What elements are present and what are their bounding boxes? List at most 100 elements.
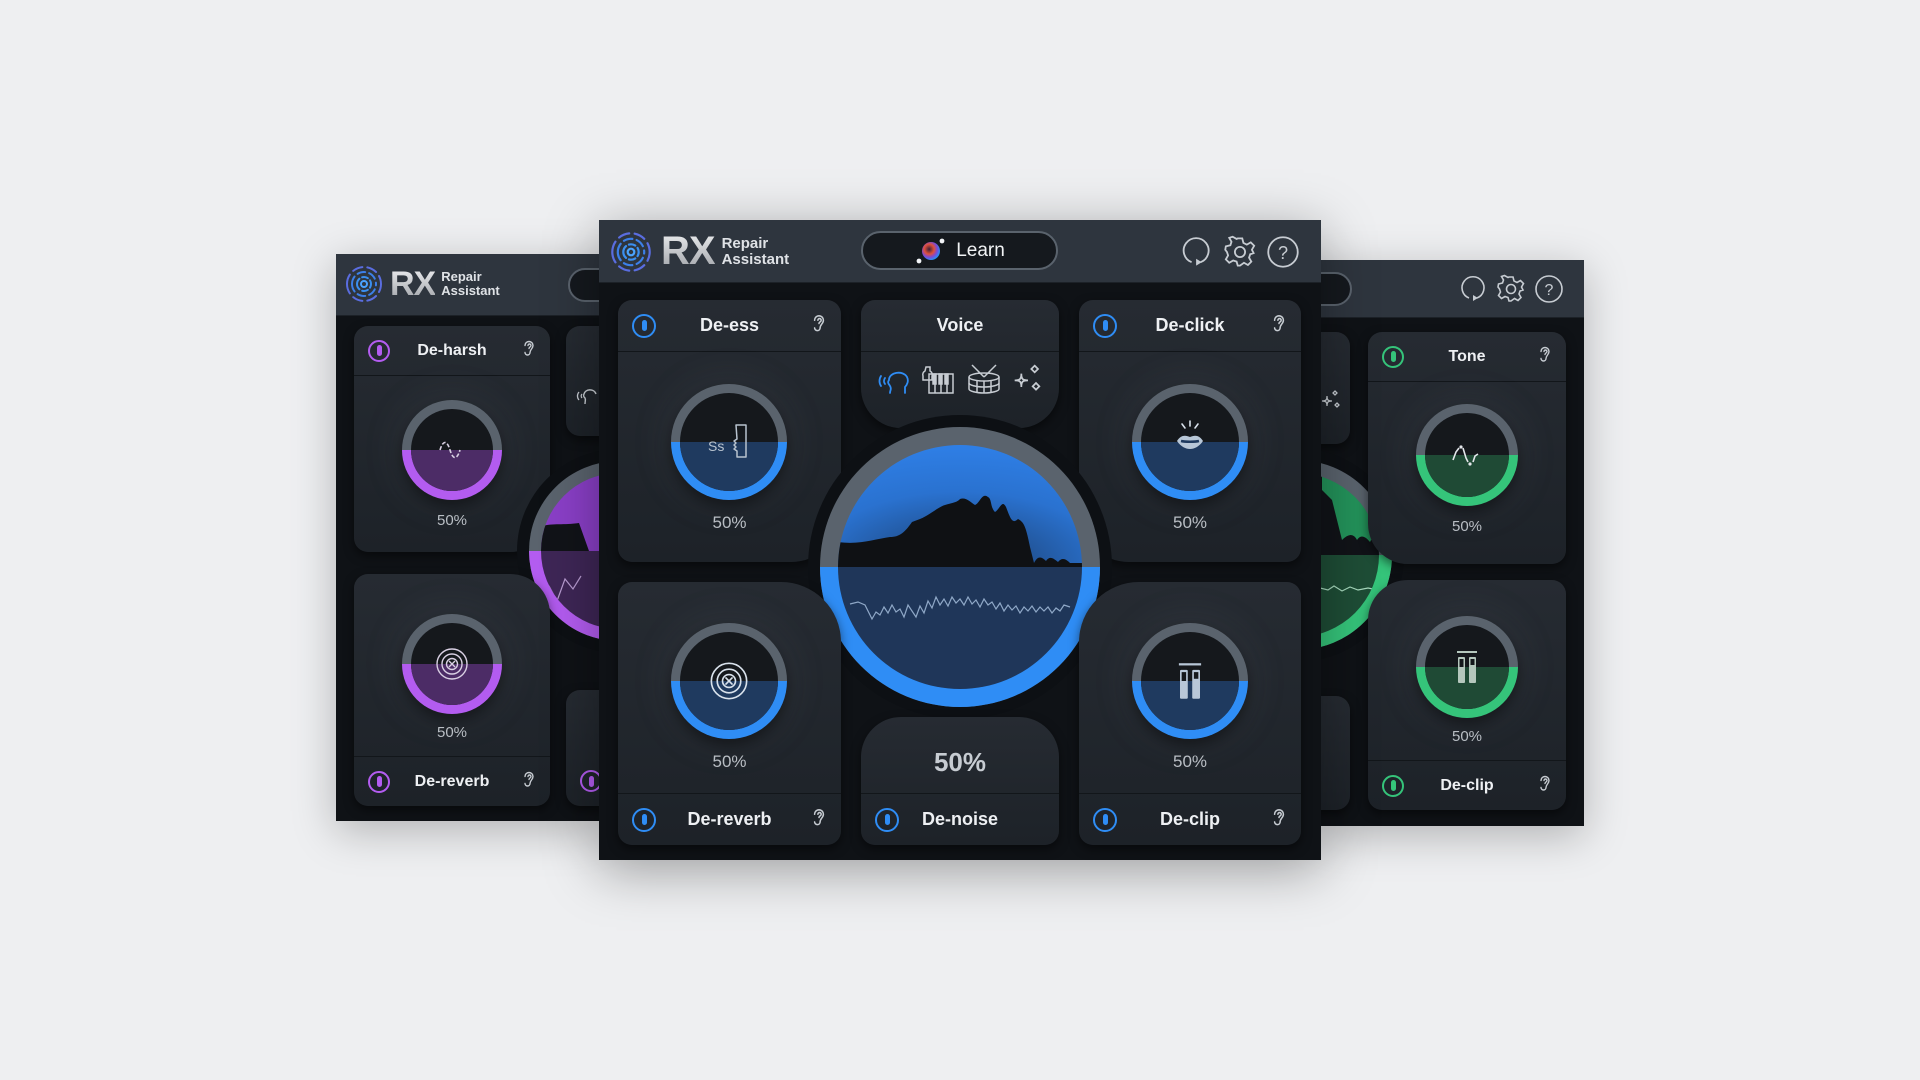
gear-icon[interactable]	[1496, 274, 1526, 304]
right-mode-card-partial	[1320, 332, 1350, 444]
logo-sub-line2: Assistant	[721, 250, 790, 268]
tone-knob[interactable]	[1416, 404, 1518, 506]
right-card-tone: Tone 50%	[1368, 332, 1566, 564]
learn-orb-icon	[916, 238, 945, 263]
card-de-click: De-click 50%	[1079, 300, 1301, 562]
clip-meter-icon	[1178, 663, 1202, 699]
card-de-noise: 50% De-noise	[861, 717, 1059, 845]
de-reverb-value: 50%	[712, 752, 747, 771]
card-header: De-harsh	[354, 326, 550, 376]
logo-rx-text: RX	[661, 229, 716, 273]
de-reverb-knob[interactable]	[671, 623, 787, 739]
svg-text:?: ?	[1278, 243, 1288, 263]
de-clip-value: 50%	[1172, 752, 1208, 771]
power-icon[interactable]	[875, 807, 899, 832]
svg-text:Ss: Ss	[708, 438, 724, 454]
power-icon[interactable]	[580, 770, 600, 792]
ear-icon[interactable]	[1538, 344, 1552, 369]
card-footer: De-reverb	[618, 793, 841, 845]
history-icon[interactable]	[1179, 235, 1211, 269]
sibilance-face-icon: Ss	[708, 424, 747, 458]
module-title: De-ess	[699, 315, 760, 335]
de-clip-knob[interactable]	[1416, 616, 1518, 718]
card-footer: De-clip	[1079, 793, 1301, 845]
module-title: De-reverb	[687, 809, 772, 829]
left-logo: RX Repair Assistant	[344, 264, 500, 304]
module-title: De-reverb	[414, 772, 490, 790]
de-reverb-value: 50%	[436, 724, 468, 741]
power-icon[interactable]	[368, 339, 390, 362]
module-title: De-clip	[1440, 776, 1494, 794]
card-de-reverb: 50% De-reverb	[618, 582, 841, 845]
tone-curve-icon	[1452, 445, 1479, 466]
mode-selector-card: Voice	[861, 300, 1059, 428]
tone-value: 50%	[1451, 518, 1483, 535]
main-plugin-window: RX Repair Assistant Learn ? De-ess Ss 50…	[599, 220, 1321, 860]
card-footer: De-reverb	[354, 756, 550, 806]
de-harsh-knob[interactable]	[402, 400, 502, 500]
rx-logo-icon	[346, 266, 382, 302]
ear-icon[interactable]	[1271, 806, 1287, 833]
right-de-noise-card-partial	[1320, 696, 1350, 810]
ear-icon[interactable]	[522, 338, 536, 363]
svg-text:?: ?	[1545, 282, 1554, 299]
power-icon[interactable]	[632, 807, 656, 832]
gear-icon[interactable]	[1223, 235, 1257, 269]
ear-icon[interactable]	[1271, 312, 1287, 339]
card-de-ess: De-ess Ss 50%	[618, 300, 841, 562]
de-ess-value: 50%	[712, 513, 747, 532]
history-icon[interactable]	[1458, 274, 1486, 304]
left-header: RX Repair Assistant	[336, 254, 600, 316]
power-icon[interactable]	[1382, 345, 1404, 368]
left-learn-button-partial[interactable]	[568, 268, 600, 302]
rx-logo-icon	[611, 231, 651, 272]
left-card-de-reverb: 50% De-reverb	[354, 574, 550, 806]
reverb-target-icon	[710, 662, 748, 700]
sparkle-icon[interactable]	[1012, 363, 1044, 395]
voice-head-icon[interactable]	[876, 363, 910, 395]
drum-icon[interactable]	[966, 363, 1002, 395]
clip-meter-icon	[1457, 651, 1477, 683]
left-mode-card-partial	[566, 326, 600, 436]
left-de-noise-card-partial	[566, 690, 600, 806]
power-icon[interactable]	[1382, 774, 1404, 797]
power-icon[interactable]	[632, 313, 656, 338]
de-reverb-knob[interactable]	[402, 614, 502, 714]
card-header: Voice	[861, 300, 1059, 352]
logo-rx-text: RX	[390, 264, 436, 303]
main-logo: RX Repair Assistant	[609, 229, 789, 274]
ear-icon[interactable]	[522, 769, 536, 794]
instrument-keys-icon[interactable]	[920, 363, 956, 395]
right-header: ?	[1320, 260, 1584, 318]
de-clip-knob[interactable]	[1132, 623, 1248, 739]
ear-icon[interactable]	[1538, 773, 1552, 798]
ear-icon[interactable]	[811, 312, 827, 339]
right-plugin-window: ? Tone 50% 50% De-clip	[1320, 260, 1584, 826]
help-icon[interactable]: ?	[1534, 274, 1564, 304]
mode-options	[871, 362, 1049, 396]
mouth-click-icon	[1177, 420, 1203, 449]
de-click-knob[interactable]	[1132, 384, 1248, 500]
ear-icon[interactable]	[811, 806, 827, 833]
right-card-de-clip: 50% De-clip	[1368, 580, 1566, 810]
module-title: De-clip	[1159, 809, 1220, 829]
voice-head-icon	[576, 389, 597, 405]
power-icon[interactable]	[1093, 313, 1117, 338]
power-icon[interactable]	[368, 770, 390, 793]
main-header: RX Repair Assistant Learn ?	[599, 220, 1321, 283]
learn-button[interactable]: Learn	[861, 231, 1058, 270]
de-noise-value: 50%	[933, 747, 987, 777]
de-ess-knob[interactable]: Ss	[671, 384, 787, 500]
de-harsh-value: 50%	[436, 512, 468, 529]
card-footer: De-noise	[861, 793, 1059, 845]
right-learn-button-partial[interactable]	[1320, 272, 1352, 306]
output-meter	[820, 427, 1100, 707]
reverb-target-icon	[436, 648, 468, 680]
module-title: De-harsh	[417, 341, 487, 359]
logo-sub-line2: Assistant	[441, 283, 500, 298]
card-header: De-click	[1079, 300, 1301, 352]
card-de-clip: 50% De-clip	[1079, 582, 1301, 845]
power-icon[interactable]	[1093, 807, 1117, 832]
card-footer: De-clip	[1368, 760, 1566, 810]
help-icon[interactable]: ?	[1266, 235, 1300, 269]
